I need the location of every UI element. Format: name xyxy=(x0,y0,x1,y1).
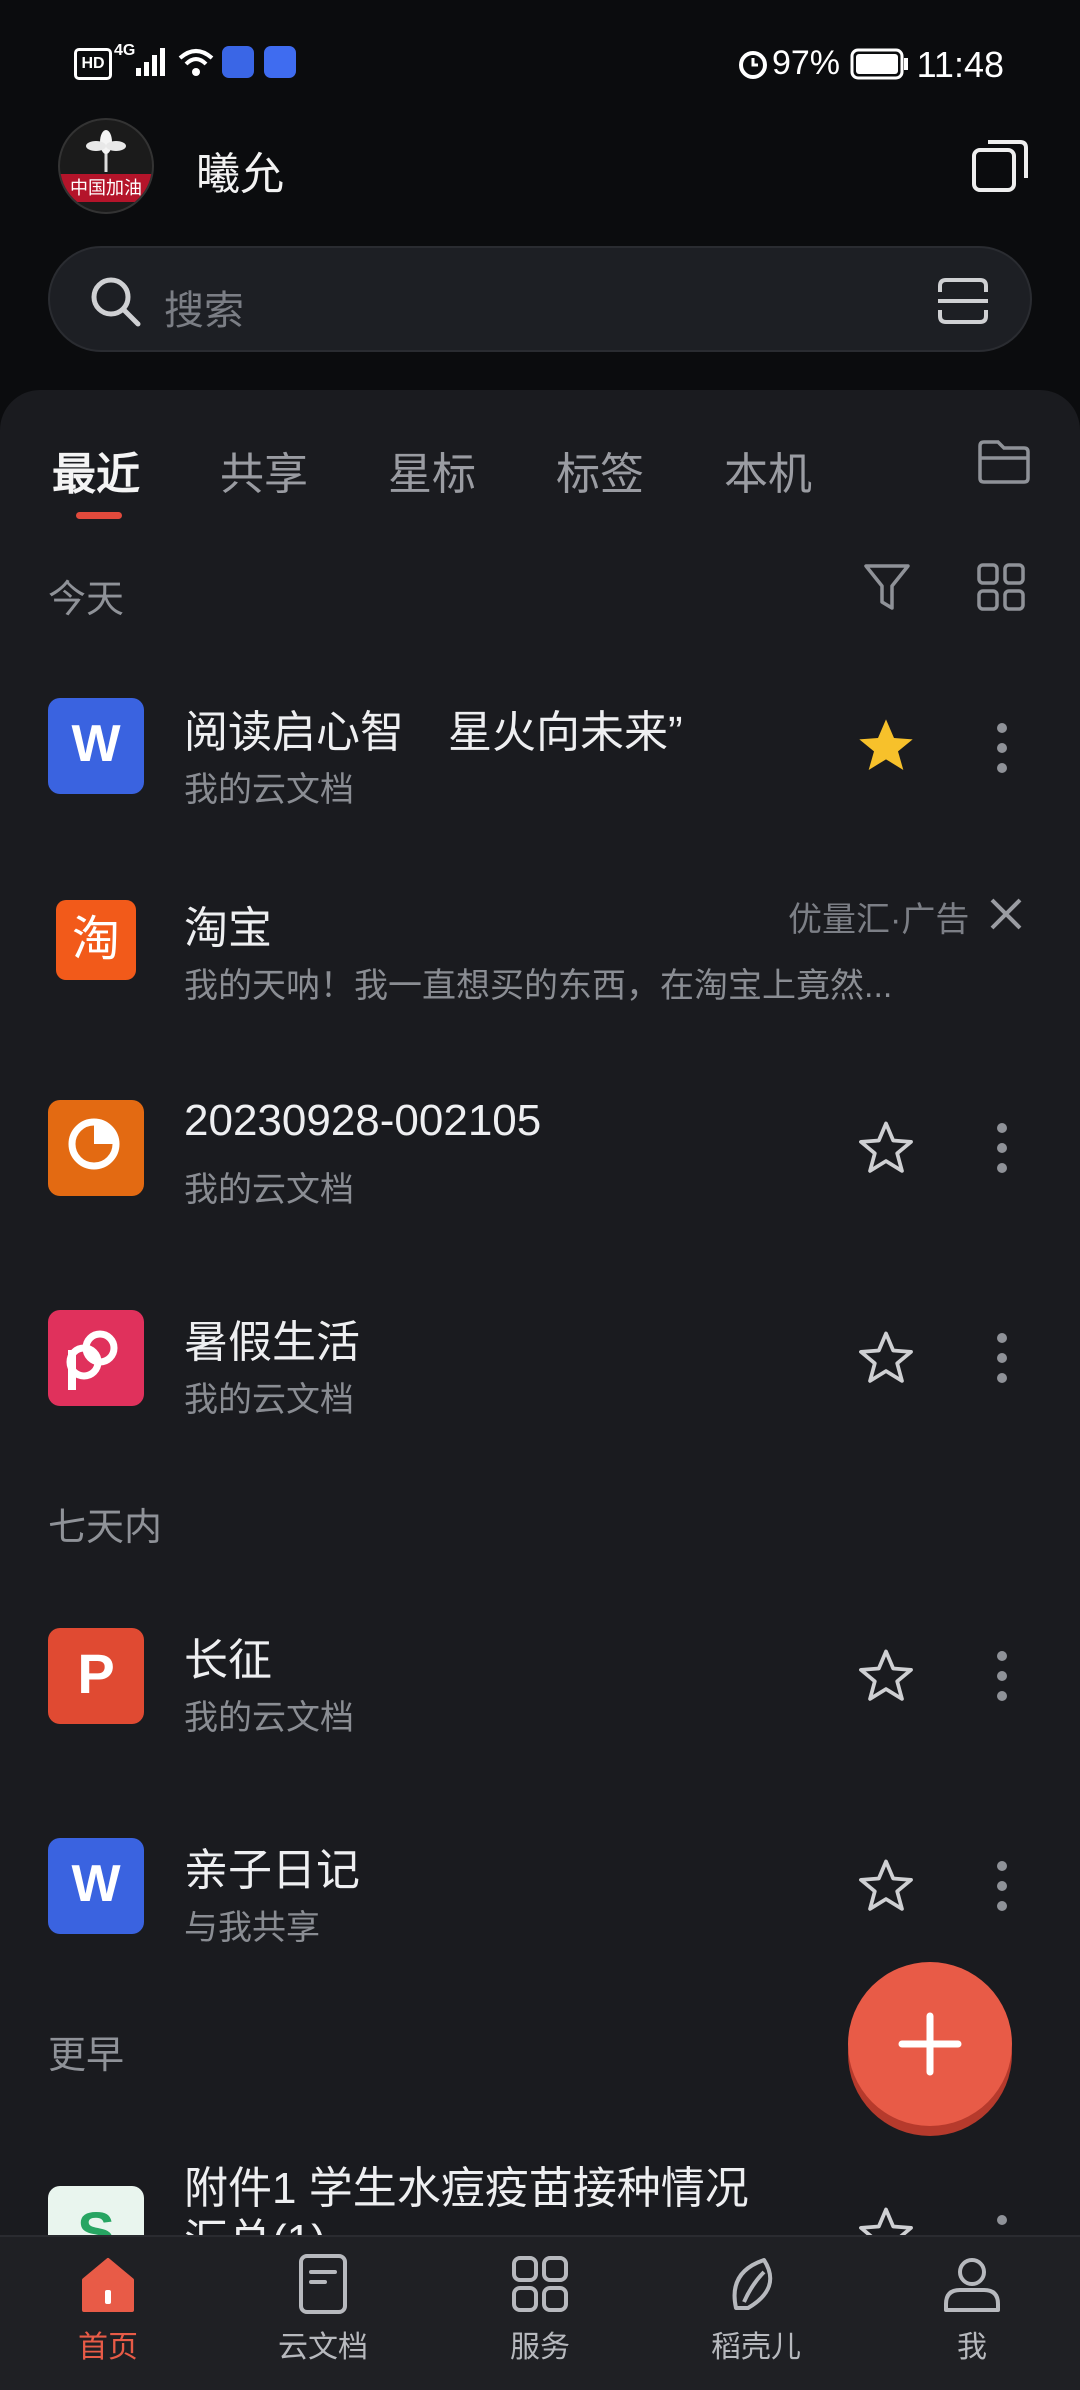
nav-docer-label: 稻壳儿 xyxy=(711,2331,801,2364)
nav-me[interactable]: 我 xyxy=(902,2252,1042,2366)
username[interactable]: 曦允 xyxy=(196,138,284,202)
nav-home[interactable]: 首页 xyxy=(38,2252,178,2366)
scan-icon[interactable] xyxy=(936,276,990,326)
user-icon xyxy=(944,2258,1000,2312)
hd-indicator: HD xyxy=(74,48,112,80)
more-icon[interactable] xyxy=(990,1648,1014,1704)
file-title: 阅读启心智 星火向未来” xyxy=(184,708,683,757)
file-row[interactable] xyxy=(0,1800,1080,1970)
section-earlier: 更早 xyxy=(48,2035,125,2077)
nav-docer[interactable]: 稻壳儿 xyxy=(686,2252,826,2366)
grid-view-icon[interactable] xyxy=(976,562,1026,612)
education-app-icon xyxy=(222,46,254,78)
star-outline-icon[interactable] xyxy=(854,1644,918,1708)
signal-icon xyxy=(136,48,165,76)
file-location: 与我共享 xyxy=(184,1909,320,1947)
nav-me-label: 我 xyxy=(957,2331,987,2364)
tab-tags[interactable]: 标签 xyxy=(556,438,644,502)
tab-local[interactable]: 本机 xyxy=(724,438,812,502)
apps-grid-icon xyxy=(512,2256,568,2312)
file-title: 长征 xyxy=(184,1636,272,1685)
search-icon xyxy=(91,277,141,327)
new-document-button[interactable] xyxy=(848,1962,1012,2126)
flower-icon xyxy=(86,130,126,172)
file-title: 20230928-002105 xyxy=(184,1096,542,1145)
alarm-icon xyxy=(739,51,767,79)
section-today: 今天 xyxy=(48,579,125,621)
more-icon[interactable] xyxy=(990,1858,1014,1914)
star-outline-icon[interactable] xyxy=(854,1854,918,1918)
filter-icon[interactable] xyxy=(862,560,912,614)
nav-services[interactable]: 服务 xyxy=(470,2252,610,2366)
status-bar: HD 4G 97% 11:48 xyxy=(0,0,1080,120)
ad-title: 淘宝 xyxy=(184,904,272,953)
more-icon[interactable] xyxy=(990,1330,1014,1386)
file-title: 亲子日记 xyxy=(184,1846,360,1895)
document-icon xyxy=(299,2254,347,2314)
more-icon[interactable] xyxy=(990,2212,1014,2235)
wifi-icon xyxy=(178,49,214,76)
file-location: 我的云文档 xyxy=(184,771,354,809)
section-week: 七天内 xyxy=(48,1507,163,1549)
star-outline-icon[interactable] xyxy=(854,1326,918,1390)
folder-icon[interactable] xyxy=(976,436,1032,486)
ad-description: 我的天呐！我一直想买的东西，在淘宝上竟然... xyxy=(184,967,893,1005)
multi-window-icon[interactable] xyxy=(970,134,1032,196)
ad-label: 优量汇·广告 xyxy=(788,901,970,939)
close-icon[interactable] xyxy=(988,896,1024,932)
more-icon[interactable] xyxy=(990,720,1014,776)
tab-starred[interactable]: 星标 xyxy=(388,438,476,502)
more-icon[interactable] xyxy=(990,1120,1014,1176)
word-doc-icon: W xyxy=(48,698,144,794)
tab-recent[interactable]: 最近 xyxy=(52,438,140,502)
search-bar[interactable]: 搜索 xyxy=(48,246,1032,352)
nav-home-label: 首页 xyxy=(78,2331,138,2364)
home-icon xyxy=(82,2258,134,2312)
file-row[interactable] xyxy=(0,1270,1080,1440)
avatar[interactable]: 中国加油 xyxy=(58,118,154,214)
nav-cloud-docs-label: 云文档 xyxy=(278,2331,368,2364)
sheet-file-icon: S xyxy=(48,2186,144,2235)
plus-icon xyxy=(898,2012,962,2076)
ppt-file-icon: P xyxy=(48,1628,144,1724)
file-location: 我的云文档 xyxy=(184,1699,354,1737)
star-outline-icon[interactable] xyxy=(854,1116,918,1180)
word-doc-icon: W xyxy=(48,1838,144,1934)
clock: 11:48 xyxy=(916,44,1004,85)
leaf-icon xyxy=(732,2258,773,2310)
star-outline-icon[interactable] xyxy=(854,2202,918,2235)
file-title-line2: 汇总(1) xyxy=(184,2204,326,2235)
network-type: 4G xyxy=(114,42,136,59)
music-app-icon xyxy=(264,46,296,78)
battery-icon xyxy=(850,48,908,80)
avatar-caption: 中国加油 xyxy=(60,174,152,202)
nav-services-label: 服务 xyxy=(510,2331,570,2364)
taobao-icon: 淘 xyxy=(56,900,136,980)
file-row[interactable] xyxy=(0,1590,1080,1760)
battery-percent: 97% xyxy=(771,44,840,82)
file-title: 暑假生活 xyxy=(184,1318,360,1367)
file-row[interactable]: S 附件1 学生水痘疫苗接种情况 汇总(1) xyxy=(0,2140,1080,2235)
active-tab-indicator xyxy=(76,512,122,519)
search-placeholder: 搜索 xyxy=(164,289,244,333)
nav-cloud-docs[interactable]: 云文档 xyxy=(253,2252,393,2366)
file-location: 我的云文档 xyxy=(184,1171,354,1209)
tab-shared[interactable]: 共享 xyxy=(220,438,308,502)
file-location: 我的云文档 xyxy=(184,1381,354,1419)
chart-file-icon xyxy=(48,1100,144,1196)
pdf-file-icon xyxy=(48,1310,144,1406)
star-filled-icon[interactable] xyxy=(854,714,918,778)
